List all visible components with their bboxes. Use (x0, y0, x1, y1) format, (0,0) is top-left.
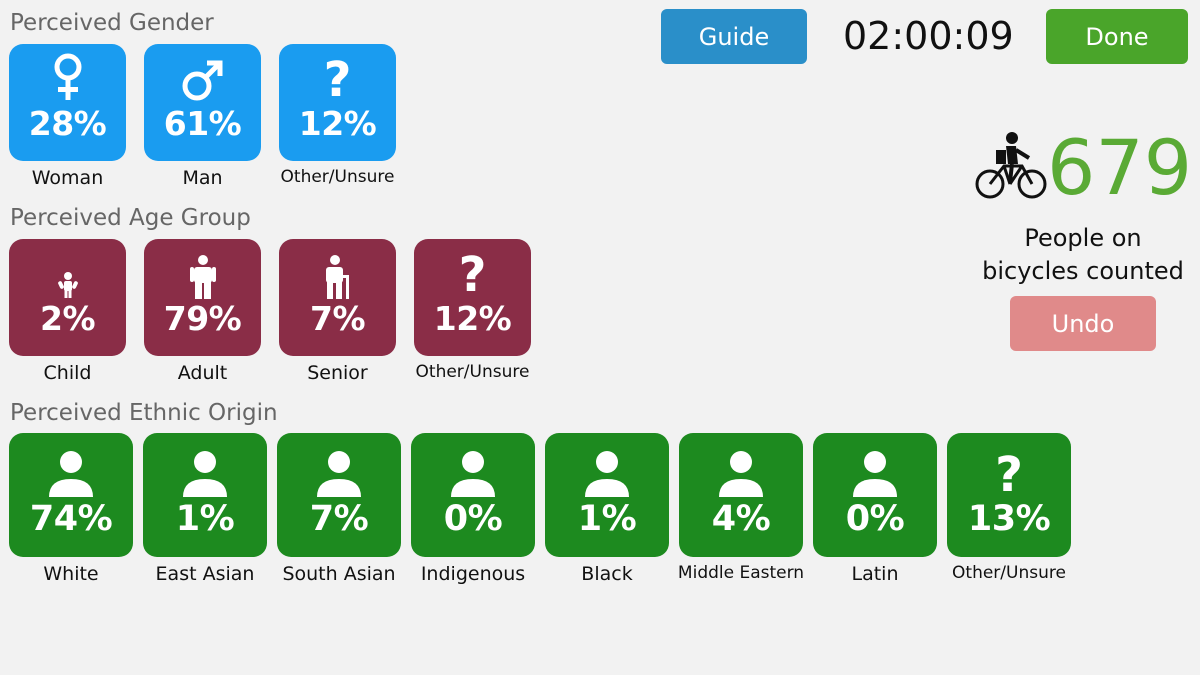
age-option-adult: 79% Adult (144, 239, 261, 384)
adult-icon (189, 239, 216, 299)
middle-eastern-label: Middle Eastern (677, 563, 805, 583)
latin-label: Latin (851, 563, 899, 585)
east-asian-label: East Asian (155, 563, 255, 585)
indigenous-button[interactable]: 0% (411, 433, 535, 557)
black-button[interactable]: 1% (545, 433, 669, 557)
man-button[interactable]: 61% (144, 44, 261, 161)
black-label: Black (581, 563, 633, 585)
ethnicity-option-south-asian: 7% South Asian (277, 433, 401, 585)
gender-tiles: 28% Woman 61% Man ? 12% Other/Unsure (9, 44, 414, 189)
south-asian-percent: 7% (309, 499, 369, 539)
woman-button[interactable]: 28% (9, 44, 126, 161)
middle-eastern-button[interactable]: 4% (679, 433, 803, 557)
man-percent: 61% (163, 104, 242, 143)
person-icon (849, 433, 901, 499)
south-asian-button[interactable]: 7% (277, 433, 401, 557)
latin-percent: 0% (845, 499, 905, 539)
age-option-senior: 7% Senior (279, 239, 396, 384)
male-icon (179, 44, 227, 104)
guide-button[interactable]: Guide (661, 9, 807, 64)
south-asian-label: South Asian (282, 563, 396, 585)
person-icon (179, 433, 231, 499)
person-icon (581, 433, 633, 499)
done-button[interactable]: Done (1046, 9, 1188, 64)
gender-option-woman: 28% Woman (9, 44, 126, 189)
age-other-label: Other/Unsure (415, 362, 530, 382)
adult-label: Adult (177, 362, 228, 384)
ethnicity-option-white: 74% White (9, 433, 133, 585)
person-icon (447, 433, 499, 499)
undo-button[interactable]: Undo (1010, 296, 1156, 351)
east-asian-button[interactable]: 1% (143, 433, 267, 557)
question-icon: ? (458, 247, 487, 303)
latin-button[interactable]: 0% (813, 433, 937, 557)
counted-label-line2: bicycles counted (982, 257, 1184, 285)
age-section-title: Perceived Age Group (10, 205, 251, 231)
ethnicity-option-indigenous: 0% Indigenous (411, 433, 535, 585)
gender-other-button[interactable]: ? 12% (279, 44, 396, 161)
age-other-button[interactable]: ? 12% (414, 239, 531, 356)
ethnicity-other-label: Other/Unsure (952, 563, 1066, 583)
question-icon: ? (323, 52, 352, 108)
indigenous-label: Indigenous (420, 563, 526, 585)
gender-other-percent: 12% (298, 104, 377, 143)
gender-other-label: Other/Unsure (280, 167, 395, 187)
black-percent: 1% (577, 499, 637, 539)
gender-option-man: 61% Man (144, 44, 261, 189)
senior-label: Senior (307, 362, 368, 384)
ethnicity-tiles: 74% White 1% East Asian 7% South Asian 0… (9, 433, 1081, 585)
counted-label: People on bicycles counted (966, 222, 1200, 288)
indigenous-percent: 0% (443, 499, 503, 539)
counted-label-line1: People on (1024, 224, 1142, 252)
woman-label: Woman (31, 167, 104, 189)
ethnicity-option-black: 1% Black (545, 433, 669, 585)
child-label: Child (43, 362, 92, 384)
woman-percent: 28% (28, 104, 107, 143)
senior-percent: 7% (309, 299, 366, 338)
age-option-other: ? 12% Other/Unsure (414, 239, 531, 384)
gender-option-other: ? 12% Other/Unsure (279, 44, 396, 189)
senior-icon (323, 239, 353, 299)
age-other-percent: 12% (433, 299, 512, 338)
ethnicity-option-middle-eastern: 4% Middle Eastern (677, 433, 805, 585)
child-percent: 2% (39, 299, 96, 338)
middle-eastern-percent: 4% (711, 499, 771, 539)
adult-percent: 79% (163, 299, 242, 338)
child-button[interactable]: 2% (9, 239, 126, 356)
white-button[interactable]: 74% (9, 433, 133, 557)
adult-button[interactable]: 79% (144, 239, 261, 356)
person-icon (45, 433, 97, 499)
ethnicity-other-button[interactable]: ? 13% (947, 433, 1071, 557)
age-option-child: 2% Child (9, 239, 126, 384)
bicycle-count: 679 (1047, 123, 1193, 212)
session-timer: 02:00:09 (843, 14, 1014, 58)
person-icon (313, 433, 365, 499)
white-label: White (43, 563, 99, 585)
ethnicity-other-percent: 13% (967, 499, 1051, 539)
east-asian-percent: 1% (175, 499, 235, 539)
person-icon (715, 433, 767, 499)
cyclist-icon (974, 130, 1048, 200)
ethnicity-option-latin: 0% Latin (813, 433, 937, 585)
child-icon (57, 239, 78, 299)
white-percent: 74% (29, 499, 113, 539)
gender-section-title: Perceived Gender (10, 10, 214, 36)
female-icon (51, 44, 85, 104)
senior-button[interactable]: 7% (279, 239, 396, 356)
ethnicity-option-other: ? 13% Other/Unsure (947, 433, 1071, 585)
question-icon: ? (995, 447, 1023, 503)
man-label: Man (182, 167, 223, 189)
ethnicity-section-title: Perceived Ethnic Origin (10, 400, 278, 426)
ethnicity-option-east-asian: 1% East Asian (143, 433, 267, 585)
age-tiles: 2% Child 79% Adult 7% Senior ? 12% Other… (9, 239, 549, 384)
